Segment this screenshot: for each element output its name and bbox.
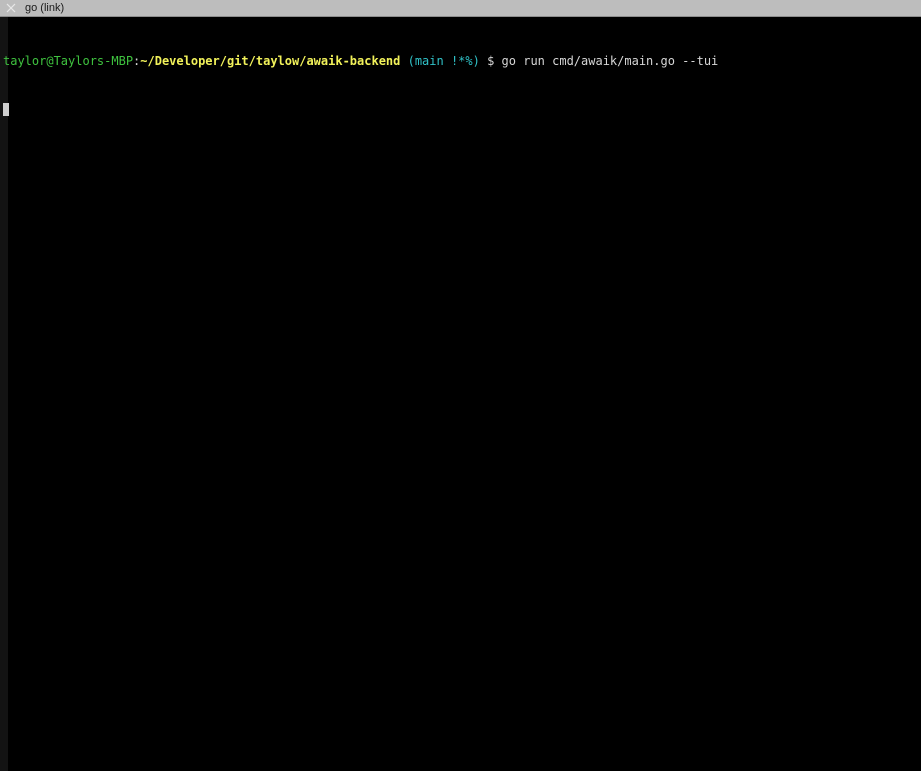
terminal-window: go (link) taylor@Taylors-MBP:~/Developer… (0, 0, 921, 771)
prompt-git-branch: (main !*%) (400, 54, 480, 68)
tab-bar: go (link) (0, 0, 921, 17)
prompt-user-host: taylor@Taylors-MBP (3, 54, 134, 68)
text-cursor (3, 103, 9, 116)
prompt-line: taylor@Taylors-MBP:~/Developer/git/taylo… (3, 53, 921, 69)
terminal-output[interactable]: taylor@Taylors-MBP:~/Developer/git/taylo… (3, 21, 921, 771)
command-text: go run cmd/awaik/main.go --tui (501, 54, 719, 68)
cursor-line (3, 101, 921, 117)
close-icon-glyph (6, 3, 16, 13)
prompt-symbol: $ (479, 54, 502, 68)
close-icon[interactable] (5, 2, 17, 14)
tab-title[interactable]: go (link) (25, 0, 64, 17)
prompt-path: ~/Developer/git/taylow/awaik-backend (140, 54, 401, 68)
